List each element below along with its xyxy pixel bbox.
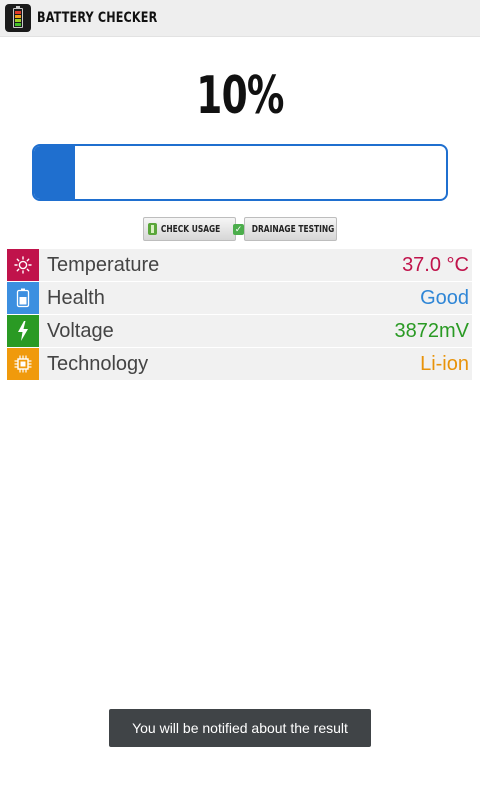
checkmark-icon: ✓ xyxy=(232,223,244,235)
battery-level-fill xyxy=(34,146,76,199)
stat-value: 3872mV xyxy=(394,319,470,342)
battery-app-icon[interactable] xyxy=(5,4,31,32)
battery-percentage: 10% xyxy=(196,66,284,126)
stat-row-technology: Technology Li-ion xyxy=(7,348,472,380)
stat-label: Temperature xyxy=(47,253,160,276)
action-bar: BATTERY CHECKER xyxy=(0,0,480,37)
battery-stats-list: Temperature 37.0 °C Health Good Voltage … xyxy=(7,249,472,381)
chip-icon xyxy=(7,348,39,380)
stat-row-health: Health Good xyxy=(7,282,472,314)
lightning-icon xyxy=(7,315,39,347)
sun-icon xyxy=(7,249,39,281)
check-usage-label: CHECK USAGE xyxy=(161,223,221,235)
drainage-testing-button[interactable]: ✓ DRAINAGE TESTING xyxy=(232,217,337,241)
stat-label: Voltage xyxy=(47,319,114,342)
check-usage-button[interactable]: CHECK USAGE xyxy=(143,217,236,241)
battery-icon xyxy=(148,223,158,235)
stat-value: Li-ion xyxy=(420,352,469,375)
stat-label: Technology xyxy=(47,352,149,375)
drainage-testing-label: DRAINAGE TESTING xyxy=(251,223,335,235)
stat-value: 37.0 °C xyxy=(402,253,469,276)
stat-label: Health xyxy=(47,286,105,309)
stat-row-voltage: Voltage 3872mV xyxy=(7,315,472,347)
battery-icon xyxy=(7,282,39,314)
stat-value: Good xyxy=(420,286,469,309)
toast-message: You will be notified about the result xyxy=(109,709,371,747)
stat-row-temperature: Temperature 37.0 °C xyxy=(7,249,472,281)
app-title: BATTERY CHECKER xyxy=(37,10,158,26)
battery-level-bar xyxy=(32,144,448,201)
